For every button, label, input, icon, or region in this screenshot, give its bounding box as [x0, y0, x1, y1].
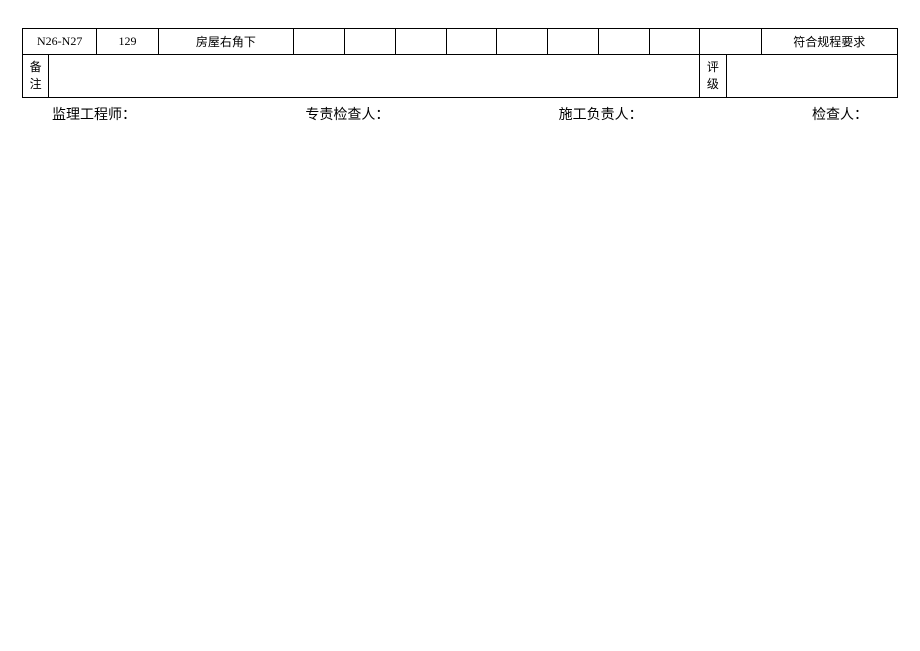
cell-grade-label: 评级	[700, 55, 726, 98]
cell-empty	[446, 29, 497, 55]
cell-empty	[548, 29, 599, 55]
cell-empty	[497, 29, 548, 55]
inspection-table: N26-N27 129 房屋右角下 符合规程要求 备注 评级	[22, 28, 898, 98]
signatures-row: 监理工程师： 专责检查人： 施工负责人： 检查人：	[22, 104, 898, 124]
signature-inspector-lead: 专责检查人：	[305, 104, 389, 124]
cell-grade-content	[726, 55, 898, 98]
signature-supervisor: 监理工程师：	[52, 104, 136, 124]
cell-remark-content	[49, 55, 700, 98]
cell-empty	[598, 29, 649, 55]
table-row: 备注 评级	[23, 55, 898, 98]
cell-result: 符合规程要求	[761, 29, 898, 55]
table-row: N26-N27 129 房屋右角下 符合规程要求	[23, 29, 898, 55]
cell-remark-label: 备注	[23, 55, 49, 98]
cell-empty	[345, 29, 396, 55]
cell-number: 129	[97, 29, 158, 55]
signature-inspector: 检查人：	[812, 104, 868, 124]
cell-location: 房屋右角下	[158, 29, 294, 55]
cell-empty	[395, 29, 446, 55]
signature-construction-lead: 施工负责人：	[559, 104, 643, 124]
cell-empty	[649, 29, 700, 55]
cell-empty	[294, 29, 345, 55]
cell-empty	[700, 29, 761, 55]
cell-code: N26-N27	[23, 29, 97, 55]
